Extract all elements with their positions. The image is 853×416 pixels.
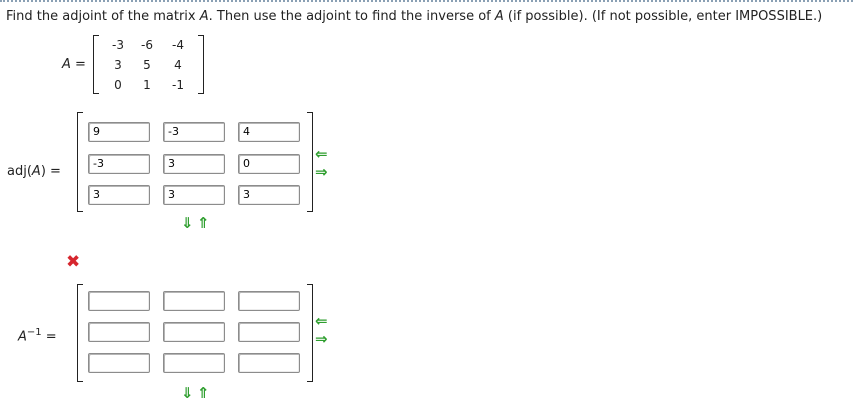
arrow-right-icon[interactable]: ⇒ <box>315 165 328 180</box>
adjoint-entry-input[interactable]: 3 <box>163 154 225 174</box>
inverse-entry-input[interactable] <box>238 291 300 311</box>
arrow-down-icon[interactable]: ⇓ <box>181 386 194 401</box>
arrow-up-icon[interactable]: ⇑ <box>197 216 210 231</box>
inverse-entry-input[interactable] <box>163 291 225 311</box>
adjoint-entry-input[interactable]: 4 <box>238 122 300 142</box>
matrix-a-cell: 3 <box>114 58 122 72</box>
question-prompt: Find the adjoint of the matrix A. Then u… <box>6 9 823 24</box>
top-divider <box>0 0 853 2</box>
matrix-a-left-bracket <box>93 35 99 94</box>
inverse-left-bracket <box>77 284 83 382</box>
arrow-down-icon[interactable]: ⇓ <box>181 216 194 231</box>
matrix-a-label: A = <box>62 57 86 72</box>
matrix-a-cell: -1 <box>172 78 184 92</box>
arrow-left-icon[interactable]: ⇐ <box>315 147 328 162</box>
arrow-up-icon[interactable]: ⇑ <box>197 386 210 401</box>
adjoint-entry-input[interactable]: 0 <box>238 154 300 174</box>
adjoint-entry-input[interactable]: -3 <box>88 154 150 174</box>
matrix-a-cell: 5 <box>143 58 151 72</box>
inverse-entry-input[interactable] <box>238 353 300 373</box>
adjoint-right-bracket <box>307 112 313 212</box>
adjoint-left-bracket <box>77 112 83 212</box>
adjoint-entry-input[interactable]: 9 <box>88 122 150 142</box>
matrix-a-cell: 1 <box>143 78 151 92</box>
adjoint-entry-input[interactable]: -3 <box>163 122 225 142</box>
inverse-label: A−1 = <box>18 327 57 345</box>
matrix-a-cell: 0 <box>114 78 122 92</box>
matrix-a-cell: -4 <box>172 38 184 52</box>
adjoint-entry-input[interactable]: 3 <box>163 185 225 205</box>
inverse-entry-input[interactable] <box>163 322 225 342</box>
matrix-a-right-bracket <box>198 35 204 94</box>
matrix-a-cell: -6 <box>141 38 153 52</box>
matrix-a-cell: 4 <box>174 58 182 72</box>
adjoint-entry-input[interactable]: 3 <box>88 185 150 205</box>
inverse-entry-input[interactable] <box>88 291 150 311</box>
inverse-entry-input[interactable] <box>88 353 150 373</box>
inverse-right-bracket <box>307 284 313 382</box>
adjoint-label: adj(A) = <box>7 164 61 179</box>
inverse-entry-input[interactable] <box>163 353 225 373</box>
arrow-left-icon[interactable]: ⇐ <box>315 314 328 329</box>
x-mark-icon: ✖ <box>66 252 81 272</box>
arrow-right-icon[interactable]: ⇒ <box>315 332 328 347</box>
adjoint-entry-input[interactable]: 3 <box>238 185 300 205</box>
inverse-entry-input[interactable] <box>88 322 150 342</box>
inverse-entry-input[interactable] <box>238 322 300 342</box>
matrix-a-cell: -3 <box>112 38 124 52</box>
